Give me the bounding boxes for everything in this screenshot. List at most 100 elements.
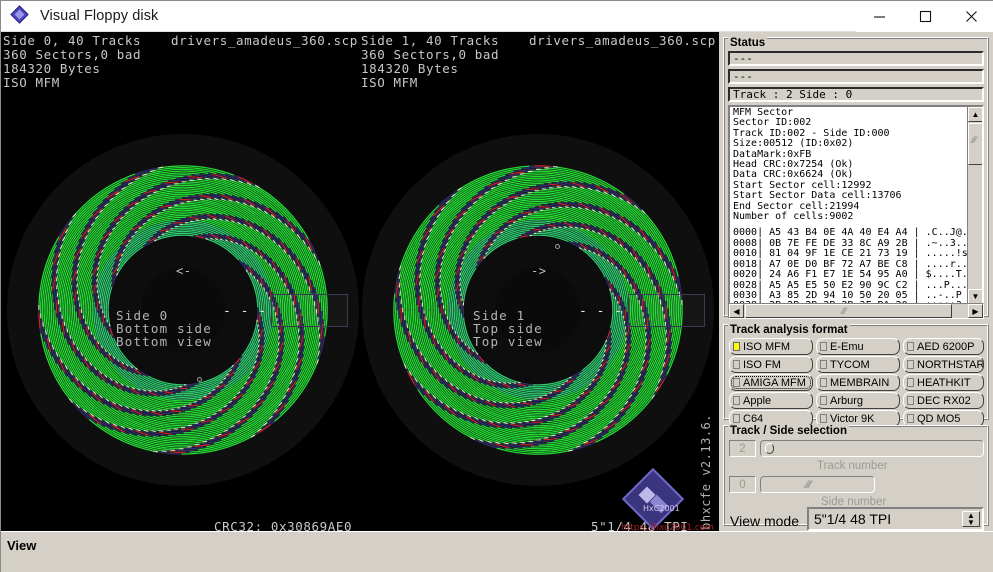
format-option-label: AMIGA MFM — [743, 376, 806, 389]
view-label: View — [7, 538, 37, 553]
visual-floppy-disk-window: Visual Floppy disk Side 0, 40 Tracks 360… — [0, 0, 993, 572]
side0-header: Side 0, 40 Tracks 360 Sectors,0 bad 1843… — [3, 33, 142, 90]
side1-index-dot — [555, 244, 560, 249]
radio-indicator-icon — [907, 378, 914, 387]
radio-indicator-icon — [907, 396, 914, 405]
sector-details-text: MFM Sector Sector ID:002 Track ID:002 - … — [733, 107, 902, 223]
format-option-amiga-mfm[interactable]: AMIGA MFM — [729, 374, 813, 391]
format-option-apple[interactable]: Apple — [729, 392, 813, 409]
vscroll-thumb[interactable]: ⁄⁄⁄ — [968, 123, 982, 165]
scroll-left-icon[interactable]: ◀ — [729, 304, 744, 318]
view-mode-select[interactable]: 5"1/4 48 TPI ▲ ▼ — [807, 507, 984, 531]
disk-visualization-canvas[interactable]: Side 0, 40 Tracks 360 Sectors,0 bad 1843… — [1, 32, 719, 531]
view-mode-value: 5"1/4 48 TPI — [814, 511, 892, 527]
side1-header: Side 1, 40 Tracks 360 Sectors,0 bad 1843… — [361, 33, 500, 90]
format-option-label: C64 — [743, 412, 764, 425]
side0-dash-marker: - - - — [223, 304, 268, 319]
format-option-label: Arburg — [830, 394, 864, 407]
track-side-group-label: Track / Side selection — [728, 425, 849, 437]
hxc2001-logo: HxC2001 https://hxc2001.com — [621, 467, 714, 531]
window-title: Visual Floppy disk — [40, 8, 159, 24]
side-number-value: 0 — [729, 476, 756, 493]
format-option-membrain[interactable]: MEMBRAIN — [816, 374, 900, 391]
scroll-right-icon[interactable]: ▶ — [968, 304, 983, 318]
format-option-northstar[interactable]: NORTHSTAR — [903, 356, 984, 373]
track-number-label: Track number — [817, 460, 888, 472]
format-option-label: NORTHSTAR — [917, 358, 984, 371]
radio-indicator-icon — [907, 360, 914, 369]
side1-filename: drivers_amadeus_360.scp — [529, 33, 716, 48]
window-controls — [856, 0, 993, 32]
minimize-icon[interactable] — [856, 0, 902, 32]
format-option-iso-fm[interactable]: ISO FM — [729, 356, 813, 373]
view-mode-label: View mode — [730, 513, 800, 529]
side0-center-label: Side 0 Bottom side Bottom view — [116, 308, 212, 349]
side0-selection-box[interactable] — [271, 294, 348, 327]
format-option-label: ISO FM — [743, 358, 781, 371]
format-option-label: ISO MFM — [743, 340, 791, 353]
status-group-label: Status — [728, 37, 768, 49]
format-option-label: DEC RX02 — [917, 394, 971, 407]
view-mode-spinner-icon[interactable]: ▲ ▼ — [962, 511, 980, 527]
library-version-label: libhxcfe v2.13.6. — [699, 414, 713, 531]
radio-indicator-icon — [733, 342, 740, 351]
format-option-e-emu[interactable]: E-Emu — [816, 338, 900, 355]
radio-indicator-icon — [733, 414, 740, 423]
format-option-label: Apple — [743, 394, 772, 407]
crc32-label: CRC32: 0x30869AE0 — [214, 519, 353, 532]
format-option-aed-6200p[interactable]: AED 6200P — [903, 338, 984, 355]
sector-details-textarea[interactable]: MFM Sector Sector ID:002 Track ID:002 - … — [728, 105, 984, 306]
track-number-value: 2 — [729, 440, 756, 457]
side0-index-dot — [197, 377, 202, 382]
track-slider-thumb[interactable] — [765, 443, 774, 454]
format-option-dec-rx02[interactable]: DEC RX02 — [903, 392, 984, 409]
radio-indicator-icon — [820, 396, 827, 405]
side1-center-label: Side 1 Top side Top view — [473, 308, 543, 349]
format-option-label: TYCOM — [830, 358, 870, 371]
radio-indicator-icon — [820, 360, 827, 369]
radio-indicator-icon — [820, 414, 827, 423]
side1-selection-box[interactable] — [628, 294, 705, 327]
bottom-toolbar: View 85.00 x offset (% of the track len)… — [1, 531, 993, 572]
format-option-label: E-Emu — [830, 340, 864, 353]
side0-filename: drivers_amadeus_360.scp — [171, 33, 358, 48]
format-option-label: Victor 9K — [830, 412, 875, 425]
side-number-slider[interactable]: ⁄⁄⁄ — [760, 476, 875, 493]
track-number-slider[interactable] — [760, 440, 984, 457]
radio-indicator-icon — [820, 378, 827, 387]
details-horizontal-scrollbar[interactable]: ◀ ⁄⁄⁄ ▶ — [728, 303, 984, 319]
logo-url[interactable]: https://hxc2001.com — [621, 523, 714, 531]
title-bar: Visual Floppy disk — [1, 0, 993, 32]
format-option-iso-mfm[interactable]: ISO MFM — [729, 338, 813, 355]
radio-indicator-icon — [820, 342, 827, 351]
hscroll-thumb[interactable]: ⁄⁄⁄ — [745, 304, 952, 318]
scroll-up-icon[interactable]: ▲ — [968, 107, 982, 122]
scroll-down-icon[interactable]: ▼ — [968, 289, 982, 304]
side1-dash-marker: - - - — [579, 304, 624, 319]
radio-indicator-icon — [907, 342, 914, 351]
side1-direction-arrow: -> — [531, 264, 547, 278]
floppy-disk-icon — [10, 5, 30, 25]
side0-direction-arrow: <- — [176, 264, 192, 278]
radio-indicator-icon — [907, 414, 914, 423]
radio-indicator-icon — [733, 396, 740, 405]
format-option-arburg[interactable]: Arburg — [816, 392, 900, 409]
maximize-icon[interactable] — [902, 0, 948, 32]
logo-text: HxC2001 — [643, 504, 680, 513]
status-field-2: --- — [728, 69, 984, 84]
format-option-label: MEMBRAIN — [830, 376, 890, 389]
radio-indicator-icon — [733, 378, 740, 387]
status-field-1: --- — [728, 51, 984, 66]
radio-indicator-icon — [733, 360, 740, 369]
format-option-label: HEATHKIT — [917, 376, 971, 389]
format-option-tycom[interactable]: TYCOM — [816, 356, 900, 373]
track-format-group-label: Track analysis format — [728, 324, 850, 336]
status-track-side-field: Track : 2 Side : 0 — [728, 87, 984, 102]
format-option-heathkit[interactable]: HEATHKIT — [903, 374, 984, 391]
hexdump-text: 0000| A5 43 B4 0E 4A 40 E4 A4 | .C..J@..… — [733, 227, 974, 304]
format-option-label: AED 6200P — [917, 340, 975, 353]
right-panel: Status --- --- Track : 2 Side : 0 MFM Se… — [719, 32, 993, 531]
close-icon[interactable] — [948, 0, 993, 32]
details-vertical-scrollbar[interactable]: ▲ ⁄⁄⁄ ▼ — [967, 107, 982, 304]
format-option-label: QD MO5 — [917, 412, 961, 425]
